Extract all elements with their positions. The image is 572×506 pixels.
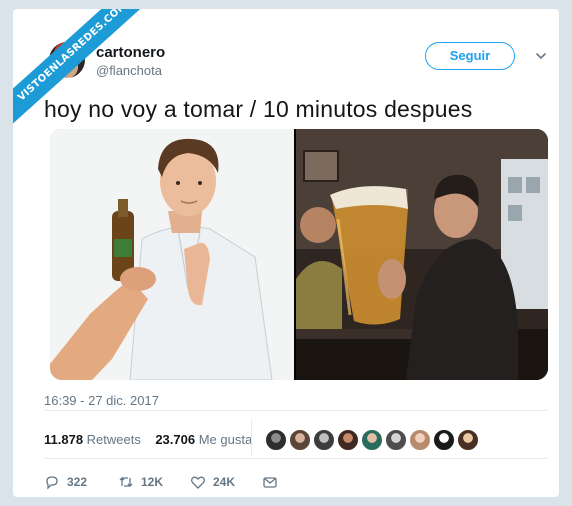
liker-avatar[interactable]	[337, 429, 359, 451]
heart-icon[interactable]	[190, 474, 206, 490]
retweet-action[interactable]: 12K	[118, 473, 163, 491]
liker-avatar[interactable]	[409, 429, 431, 451]
liker-avatar[interactable]	[289, 429, 311, 451]
tweet-timestamp[interactable]: 16:39 - 27 dic. 2017	[44, 393, 159, 408]
stats-separator	[251, 420, 252, 456]
engagement-stats: 11.878 Retweets 23.706 Me gusta	[44, 432, 252, 447]
message-icon[interactable]	[262, 474, 278, 490]
watermark-text: VISTOENLASREDES.COM	[13, 9, 157, 129]
retweet-icon[interactable]	[118, 474, 134, 490]
watermark-ribbon: VISTOENLASREDES.COM	[13, 9, 163, 159]
reply-action[interactable]: 322	[44, 473, 87, 491]
message-action[interactable]	[262, 473, 285, 491]
like-action[interactable]: 24K	[190, 473, 235, 491]
retweet-count: 12K	[141, 475, 164, 489]
liker-avatar[interactable]	[361, 429, 383, 451]
divider-bottom	[44, 458, 548, 459]
liker-avatar[interactable]	[433, 429, 455, 451]
reply-icon[interactable]	[44, 474, 60, 490]
retweets-count[interactable]: 11.878	[44, 432, 83, 447]
follow-button[interactable]: Seguir	[425, 42, 515, 70]
retweets-label[interactable]: Retweets	[87, 432, 141, 447]
like-count: 24K	[213, 475, 236, 489]
liker-avatar[interactable]	[385, 429, 407, 451]
tweet-media[interactable]	[50, 129, 548, 380]
liker-avatar[interactable]	[313, 429, 335, 451]
tweet-card: VISTOENLASREDES.COM cartonero @flanchota…	[13, 9, 559, 497]
likes-label[interactable]: Me gusta	[199, 432, 252, 447]
chevron-down-icon[interactable]	[534, 49, 548, 63]
media-image-refusing-beer[interactable]	[50, 129, 294, 380]
reply-count: 322	[67, 475, 88, 489]
liker-avatar[interactable]	[457, 429, 479, 451]
likes-count[interactable]: 23.706	[155, 432, 195, 447]
media-image-giant-beer[interactable]	[296, 129, 548, 380]
liker-avatar[interactable]	[265, 429, 287, 451]
divider-top	[44, 410, 548, 411]
